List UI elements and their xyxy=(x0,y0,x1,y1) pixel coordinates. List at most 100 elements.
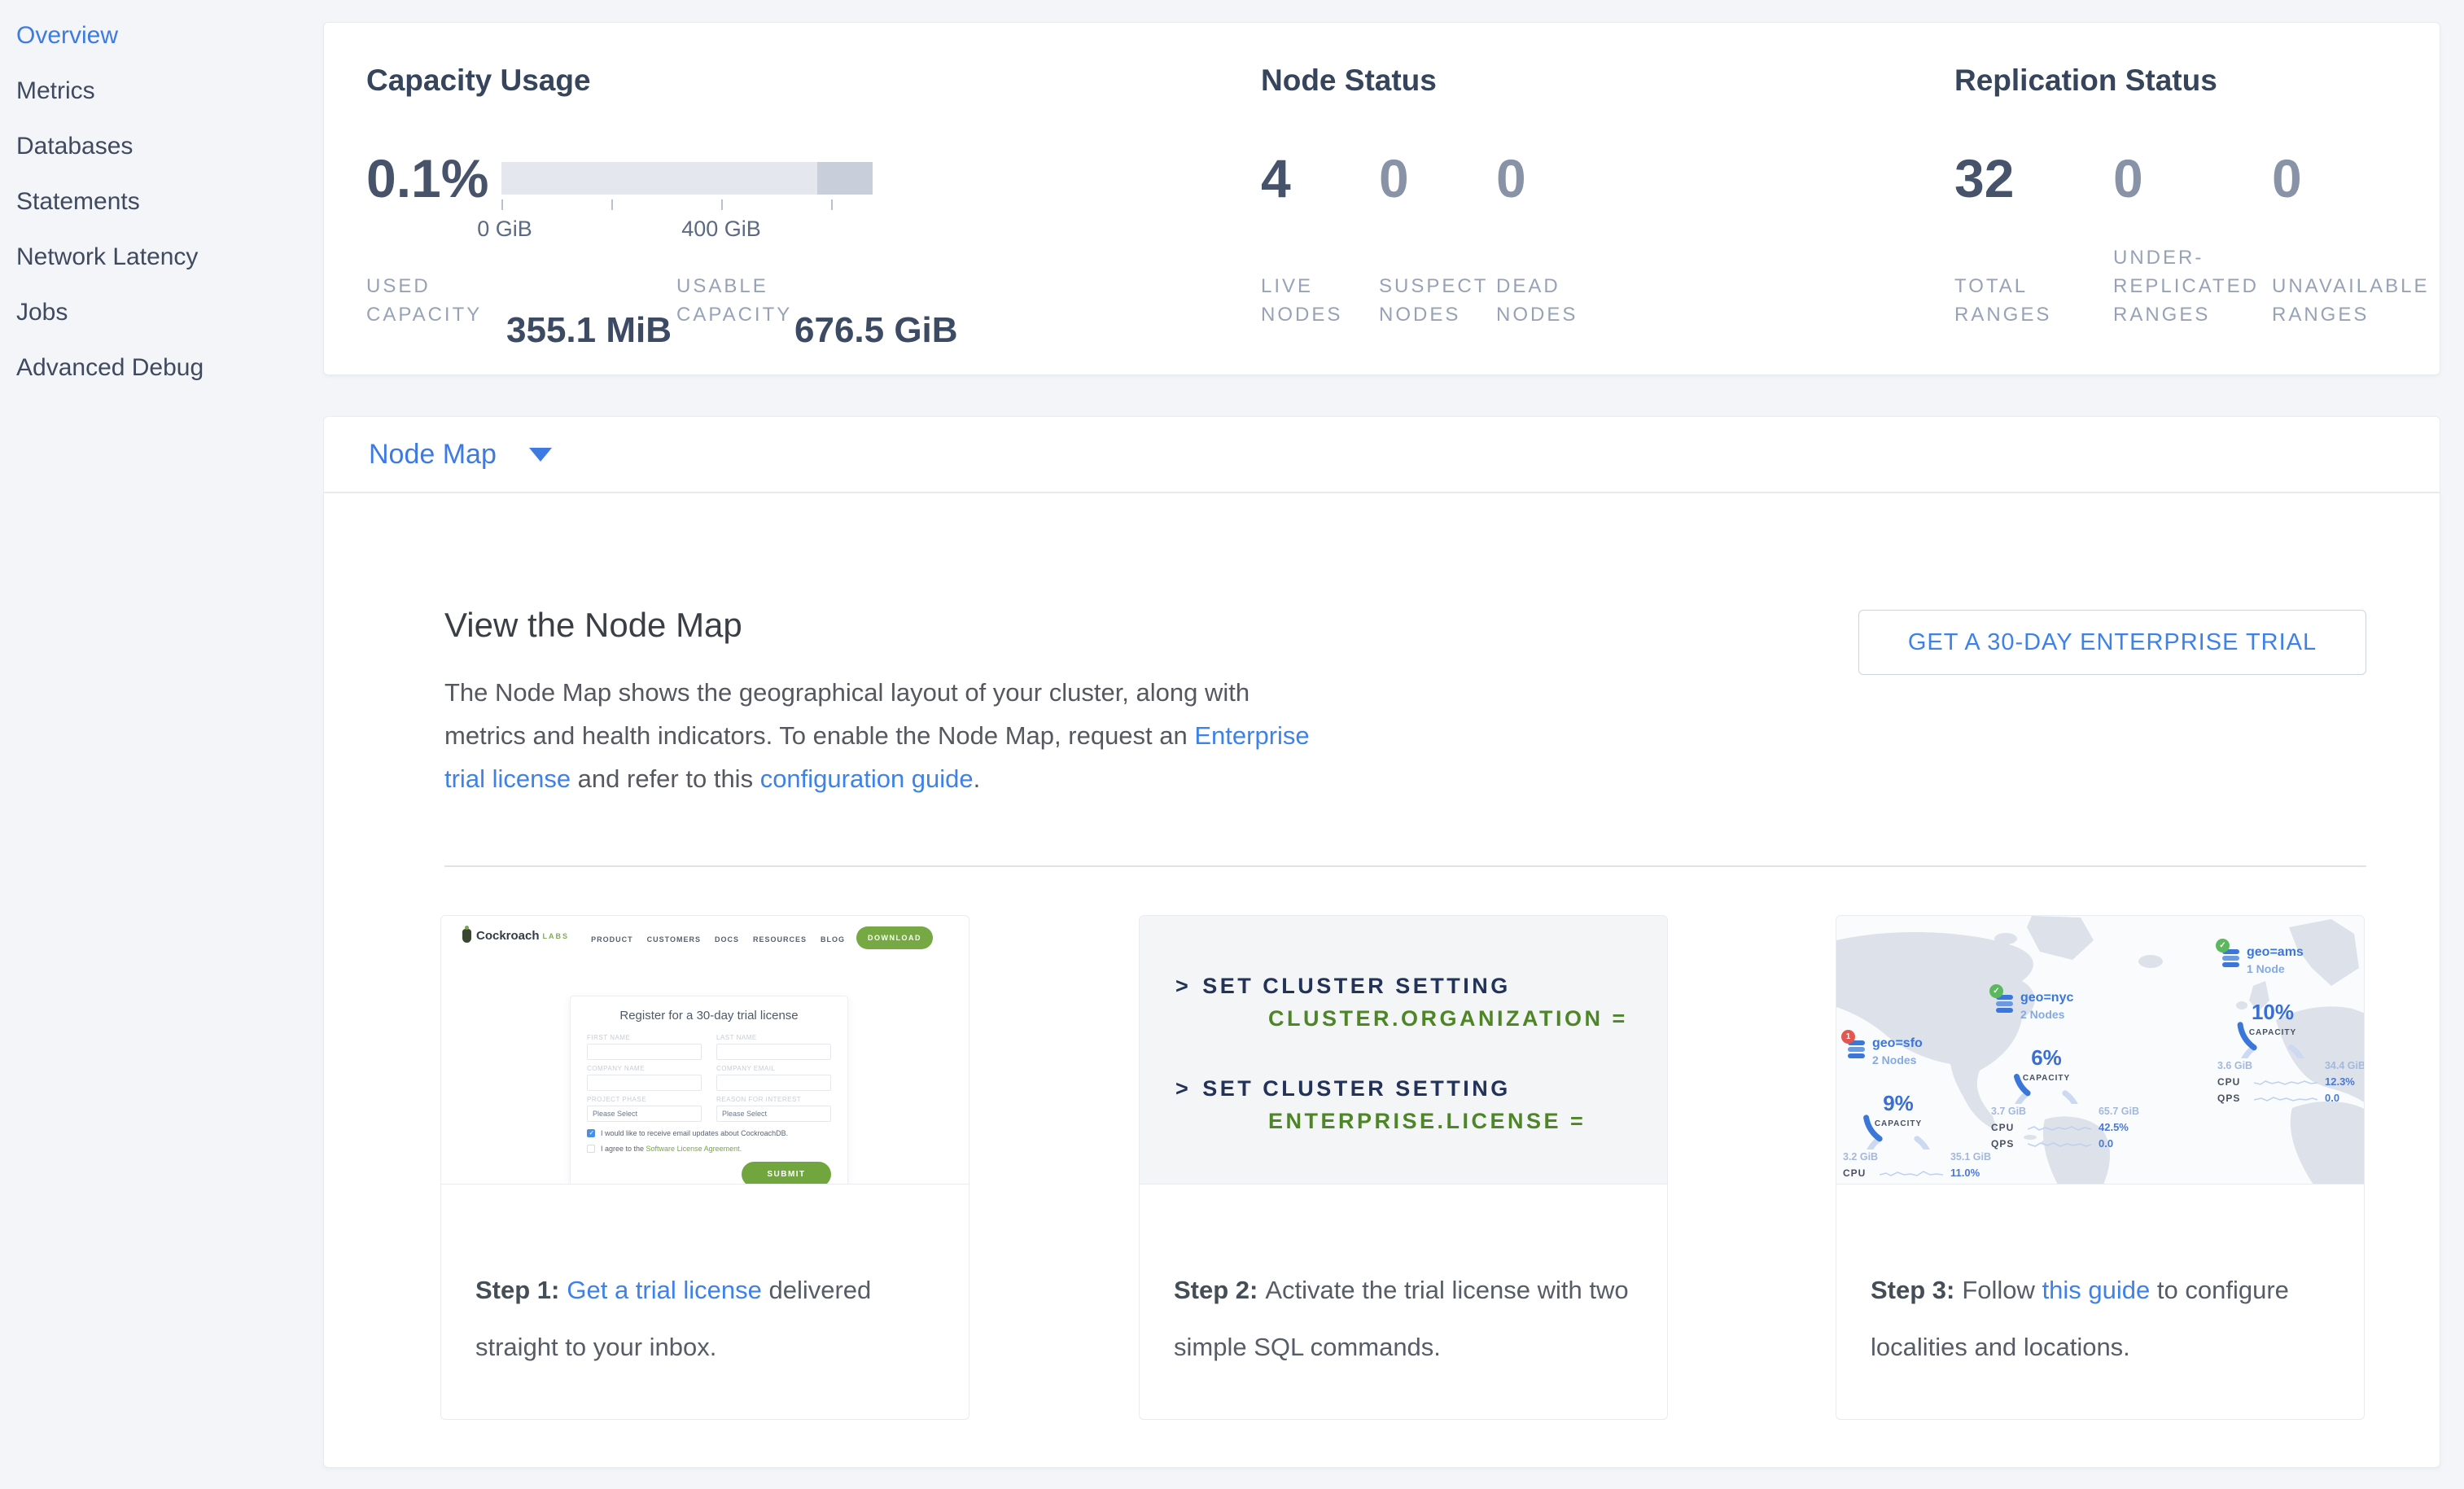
unavailable-ranges-label: UNAVAILABLE RANGES xyxy=(2272,272,2430,329)
capacity-percent: 9% xyxy=(1856,1091,1941,1116)
reason-label: REASON FOR INTEREST xyxy=(716,1096,831,1103)
nav-customers: CUSTOMERS xyxy=(647,935,701,944)
cockroach-bug-icon xyxy=(462,929,471,943)
sql-commands-illustration: > SET CLUSTER SETTING CLUSTER.ORGANIZATIO… xyxy=(1140,916,1667,1185)
dead-nodes-count: 0 xyxy=(1496,151,1526,205)
locality-label: geo=nyc xyxy=(2020,991,2073,1005)
qps-value: 0.0 xyxy=(2099,1137,2113,1150)
sidebar-item-statements[interactable]: Statements xyxy=(16,174,323,230)
sidebar-item-databases[interactable]: Databases xyxy=(16,119,323,174)
used-gib: 3.6 GiB xyxy=(2217,1060,2252,1071)
sidebar-item-advanced-debug[interactable]: Advanced Debug xyxy=(16,340,323,396)
cpu-value: 12.3% xyxy=(2325,1075,2355,1088)
warning-badge-icon: 1 xyxy=(1841,1030,1855,1044)
capacity-used-percent: 0.1% xyxy=(366,151,488,205)
usable-capacity-label: USABLE CAPACITY xyxy=(676,272,792,329)
node-status-title: Node Status xyxy=(1261,64,1437,98)
configuration-guide-link[interactable]: configuration guide xyxy=(760,764,974,793)
step2-caption: Step 2:Activate the trial license with t… xyxy=(1140,1185,1667,1376)
step2-card: > SET CLUSTER SETTING CLUSTER.ORGANIZATIO… xyxy=(1139,915,1668,1420)
axis-tick xyxy=(831,199,833,210)
node-count-label: 2 Nodes xyxy=(2020,1008,2073,1021)
sql-setting-organization: CLUSTER.ORGANIZATION = xyxy=(1268,1002,1667,1035)
dead-nodes-label: DEAD NODES xyxy=(1496,272,1578,329)
reason-select: Please Select xyxy=(716,1106,831,1122)
this-guide-link[interactable]: this guide xyxy=(2042,1276,2151,1304)
sidebar: Overview Metrics Databases Statements Ne… xyxy=(0,0,323,1489)
sidebar-item-overview[interactable]: Overview xyxy=(16,8,323,64)
usable-capacity-value: 676.5 GiB xyxy=(794,313,958,348)
view-selector-dropdown[interactable]: Node Map xyxy=(323,416,2440,493)
cockroach-labs-logo: Cockroach LABS xyxy=(462,929,569,943)
description-line2: metrics and health indicators. To enable… xyxy=(444,721,1194,750)
get-trial-license-link[interactable]: Get a trial license xyxy=(567,1276,762,1304)
under-replicated-ranges-label: UNDER- REPLICATED RANGES xyxy=(2113,243,2259,329)
locality-widget-ams: ✓ geo=ams 1 Node 10% CAPACITY xyxy=(2217,945,2364,1104)
axis-tick-label-400: 400 GiB xyxy=(681,217,761,242)
enterprise-trial-license-link[interactable]: trial license xyxy=(444,764,571,793)
get-enterprise-trial-button[interactable]: GET A 30-DAY ENTERPRISE TRIAL xyxy=(1858,610,2366,675)
first-name-field xyxy=(587,1044,702,1060)
axis-tick xyxy=(611,199,613,210)
cpu-label: CPU xyxy=(1991,1122,2020,1133)
used-gib: 3.7 GiB xyxy=(1991,1106,2026,1117)
last-name-field xyxy=(716,1044,831,1060)
locality-label: geo=sfo xyxy=(1872,1036,1923,1051)
healthy-badge-icon: ✓ xyxy=(2216,939,2230,953)
replication-status-title: Replication Status xyxy=(1954,64,2217,98)
step3-caption: Step 3:Follow this guide to configure lo… xyxy=(1836,1185,2364,1376)
step3-text-before: Follow xyxy=(1962,1276,2042,1304)
nav-docs: DOCS xyxy=(715,935,739,944)
sidebar-item-network-latency[interactable]: Network Latency xyxy=(16,230,323,285)
trial-registration-screenshot: Cockroach LABS PRODUCT CUSTOMERS DOCS RE… xyxy=(441,916,969,1185)
description-mid: and refer to this xyxy=(571,764,760,793)
sql-command-1: SET CLUSTER SETTING xyxy=(1202,974,1511,998)
sidebar-item-metrics[interactable]: Metrics xyxy=(16,64,323,119)
cpu-sparkline xyxy=(2028,1123,2091,1132)
qps-value: 4.7 xyxy=(1950,1183,1965,1185)
company-name-field xyxy=(587,1075,702,1091)
capacity-percent: 6% xyxy=(2004,1045,2089,1071)
agree-checkbox-label: I agree to the xyxy=(601,1145,646,1153)
cpu-sparkline xyxy=(1880,1168,1943,1178)
email-updates-checkbox-label: I would like to receive email updates ab… xyxy=(601,1129,788,1137)
capacity-gauge-label: CAPACITY xyxy=(1856,1119,1941,1128)
used-capacity-label: USED CAPACITY xyxy=(366,272,482,329)
used-capacity-value: 355.1 MiB xyxy=(506,313,672,348)
cpu-label: CPU xyxy=(1843,1167,1872,1179)
license-agreement-link-image: Software License Agreement. xyxy=(646,1145,742,1153)
submit-button-image: SUBMIT xyxy=(742,1162,831,1185)
description-line1: The Node Map shows the geographical layo… xyxy=(444,678,1250,707)
node-map-preview: 1 geo=sfo 2 Nodes 9% CAPACITY xyxy=(1836,916,2364,1185)
enterprise-trial-license-link[interactable]: Enterprise xyxy=(1194,721,1309,750)
sql-prompt: > xyxy=(1175,974,1191,998)
used-gib: 3.2 GiB xyxy=(1843,1151,1878,1163)
total-ranges-count: 32 xyxy=(1954,151,2014,205)
project-phase-select: Please Select xyxy=(587,1106,702,1122)
mini-site-nav: PRODUCT CUSTOMERS DOCS RESOURCES BLOG xyxy=(591,935,845,944)
capacity-bar-reserved-segment xyxy=(817,162,873,195)
nav-product: PRODUCT xyxy=(591,935,633,944)
capacity-gauge-label: CAPACITY xyxy=(2004,1074,2089,1083)
step3-card: 1 geo=sfo 2 Nodes 9% CAPACITY xyxy=(1836,915,2365,1420)
live-nodes-count: 4 xyxy=(1261,151,1291,205)
step2-label: Step 2: xyxy=(1174,1276,1258,1304)
node-count-label: 2 Nodes xyxy=(1872,1053,1923,1066)
trial-license-form: Register for a 30-day trial license FIRS… xyxy=(570,996,848,1185)
axis-tick xyxy=(501,199,503,210)
nav-resources: RESOURCES xyxy=(753,935,807,944)
page-title: View the Node Map xyxy=(444,606,742,645)
qps-label: QPS xyxy=(1991,1138,2020,1150)
logo-suffix: LABS xyxy=(543,932,570,940)
node-map-enable-section: View the Node Map The Node Map shows the… xyxy=(323,493,2440,1468)
under-replicated-ranges-count: 0 xyxy=(2113,151,2143,205)
axis-tick xyxy=(721,199,723,210)
sidebar-item-jobs[interactable]: Jobs xyxy=(16,285,323,340)
capacity-percent: 10% xyxy=(2230,1000,2315,1025)
cluster-summary-card: Capacity Usage 0.1% 0 GiB 400 GiB USED C… xyxy=(323,22,2440,375)
capacity-bar xyxy=(501,162,873,195)
divider xyxy=(444,865,2366,867)
capacity-gauge: 10% CAPACITY xyxy=(2230,982,2315,1058)
suspect-nodes-count: 0 xyxy=(1379,151,1409,205)
total-gib: 35.1 GiB xyxy=(1950,1151,1991,1163)
